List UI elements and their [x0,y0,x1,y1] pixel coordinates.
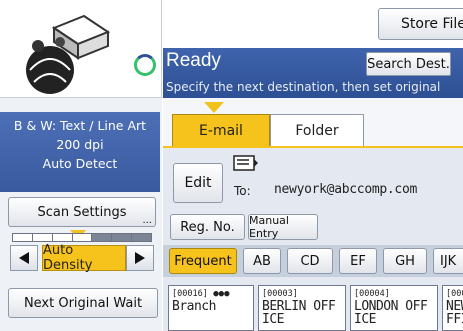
destination-card-newyork[interactable]: [000 NEW FFI [442,285,463,331]
edit-label: Edit [184,175,212,191]
edit-button[interactable]: Edit [173,163,223,203]
next-original-wait-label: Next Original Wait [23,295,143,311]
index-key-ijk[interactable]: IJK [433,248,463,274]
destination-card-branch[interactable]: [00016] ●●● Branch [168,285,254,331]
destination-card-berlin[interactable]: [00003] BERLIN OFF ICE [258,285,346,331]
destination-card-london[interactable]: [00004] LONDON OFF ICE [350,285,438,331]
density-increase-button[interactable] [126,245,154,271]
tab-email-label: E-mail [199,122,243,139]
scanner-logo-area [0,0,162,98]
scan-settings-button[interactable]: Scan Settings ... [8,197,156,227]
scan-settings-label: Scan Settings [37,204,127,220]
density-level-bar [12,233,152,242]
reg-no-label: Reg. No. [180,219,235,235]
index-key-label: GH [395,253,415,269]
group-icon: ●●● [207,289,230,299]
scanner-logo-icon [26,14,111,94]
scan-mode-text: B & W: Text / Line Art [13,118,147,133]
destination-address: newyork@abccomp.com [274,182,418,197]
next-original-wait-button[interactable]: Next Original Wait [8,288,158,318]
tab-folder-label: Folder [295,122,339,139]
selected-tab-marker-icon [204,102,224,113]
search-destination-label: Search Dest. [367,56,450,72]
tab-folder[interactable]: Folder [270,114,364,146]
auto-density-label: Auto Density [43,243,93,273]
index-key-label: AB [253,253,271,269]
scan-settings-summary: B & W: Text / Line Art 200 dpi Auto Dete… [0,112,160,192]
destination-name: LONDON OFF ICE [354,299,428,327]
density-decrease-button[interactable] [10,245,38,271]
arrow-right-icon [135,252,145,264]
ready-status-icon [134,54,156,76]
index-key-label: IJK [440,253,457,269]
ellipsis-icon: ... [142,215,152,226]
index-key-cd[interactable]: CD [287,248,333,274]
arrow-left-icon [19,252,29,264]
size-detect-text: Auto Detect [42,156,118,171]
destination-number: [00016] [172,289,208,299]
to-label: To: [234,184,251,198]
address-card-icon [233,155,258,171]
destination-name: Branch [172,299,216,314]
auto-density-button[interactable]: Auto Density [42,243,126,273]
index-key-gh[interactable]: GH [383,248,427,274]
manual-entry-button[interactable]: Manual Entry [248,214,318,240]
index-key-ab[interactable]: AB [243,248,281,274]
index-key-label: CD [300,253,320,269]
store-file-button[interactable]: Store File [378,8,463,40]
instruction-text: Specify the next destination, then set o… [166,80,441,94]
index-key-ef[interactable]: EF [339,248,377,274]
ready-status-text: Ready [166,50,221,71]
reg-no-button[interactable]: Reg. No. [170,214,245,240]
destination-name: NEW FFI [446,299,463,327]
resolution-text: 200 dpi [56,137,104,152]
index-key-label: Frequent [174,253,232,269]
search-destination-button[interactable]: Search Dest. [366,52,451,76]
destination-name: BERLIN OFF ICE [262,299,336,327]
store-file-label: Store File [401,16,463,32]
manual-entry-label: Manual Entry [249,214,289,240]
tab-email[interactable]: E-mail [172,114,270,146]
index-key-frequent[interactable]: Frequent [169,248,237,274]
index-key-label: EF [350,253,366,269]
